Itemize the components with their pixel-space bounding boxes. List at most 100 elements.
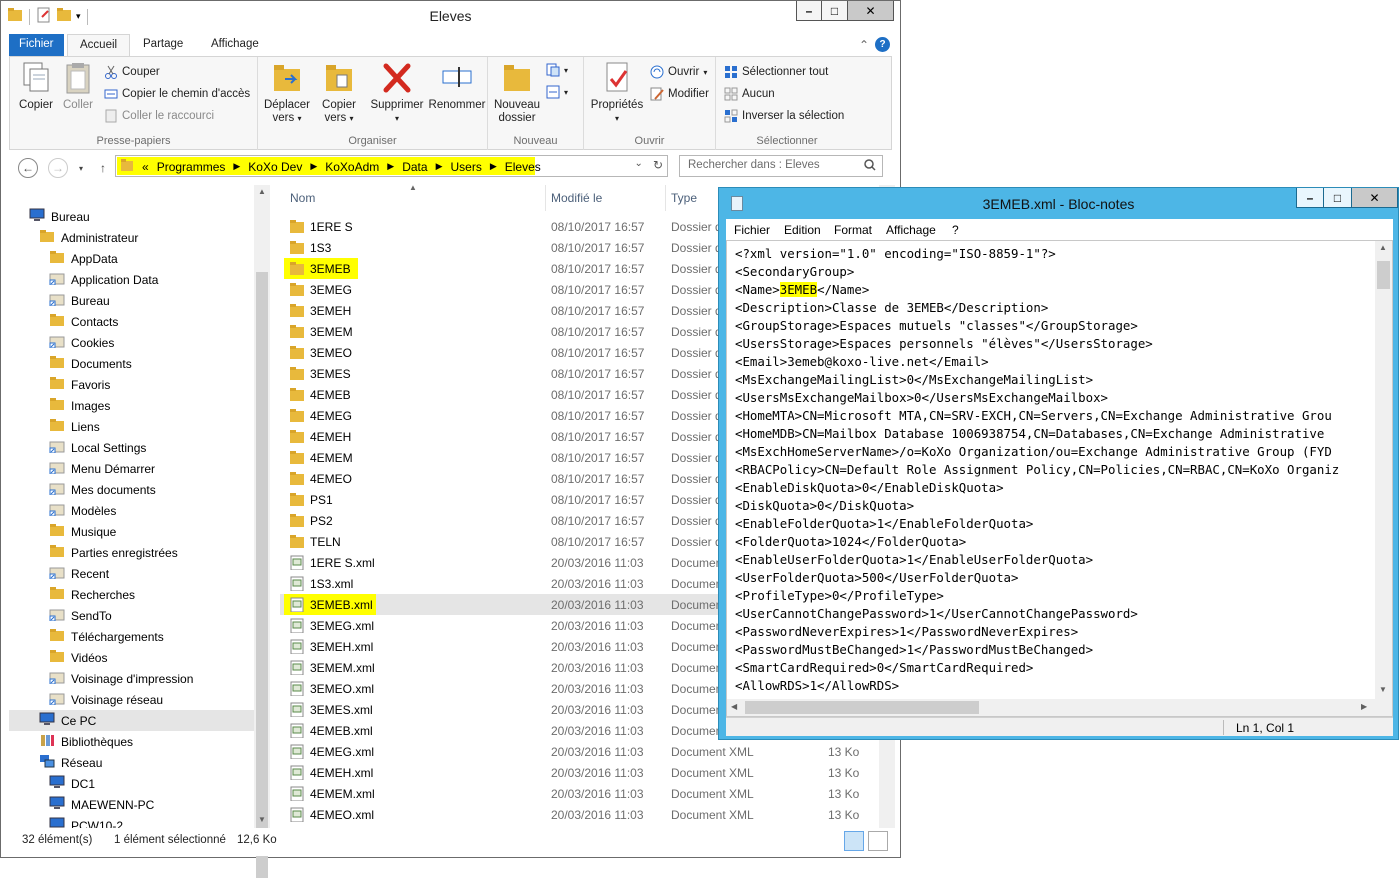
collapse-ribbon-icon[interactable]: ⌃ [859,38,869,52]
nav-item[interactable]: Local Settings [9,437,254,458]
details-view-icon[interactable] [844,831,864,851]
table-row[interactable]: 4EMEG.xml 20/03/2016 11:03 Document XML 13 … [280,741,894,762]
breadcrumb-item[interactable]: Eleves [505,160,541,174]
nav-item[interactable]: Administrateur [9,227,254,248]
nav-item[interactable]: Musique [9,521,254,542]
move-to-button[interactable]: Déplacer vers ▾ [262,61,312,125]
scroll-up-icon[interactable]: ▲ [1379,243,1387,252]
nav-item[interactable]: Recherches [9,584,254,605]
paste-button[interactable]: Coller [60,61,96,112]
nav-item[interactable]: Favoris [9,374,254,395]
nav-item[interactable]: Contacts [9,311,254,332]
nav-item[interactable]: PCW10-2 [9,815,254,829]
refresh-icon[interactable]: ↻ [653,158,663,172]
breadcrumb-separator-icon[interactable]: ▶ [310,161,317,172]
notepad-text-area[interactable]: <?xml version="1.0" encoding="ISO-8859-1… [726,240,1393,717]
nav-item[interactable]: Menu Démarrer [9,458,254,479]
nav-item[interactable]: Recent [9,563,254,584]
nav-item[interactable]: Cookies [9,332,254,353]
nav-item[interactable]: Parties enregistrées [9,542,254,563]
scroll-down-icon[interactable]: ▼ [1379,685,1387,694]
minimize-button[interactable]: – [1296,188,1324,208]
nav-item[interactable]: Mes documents [9,479,254,500]
notepad-hscroll-thumb[interactable] [745,701,979,714]
breadcrumb-item[interactable]: Data [402,160,427,174]
nav-item[interactable]: AppData [9,248,254,269]
address-bar[interactable]: « Programmes ▶ KoXo Dev ▶ KoXoAdm ▶ Data ▶ Users ▶… [115,155,668,177]
nav-item[interactable]: Voisinage réseau [9,689,254,710]
breadcrumb-separator-icon[interactable]: ▶ [436,161,443,172]
scroll-right-icon[interactable]: ▶ [1361,702,1367,711]
nav-item[interactable]: Modèles [9,500,254,521]
scroll-down-icon[interactable]: ▼ [258,815,266,824]
copy-to-button[interactable]: Copier vers ▾ [316,61,362,125]
invert-selection-button[interactable]: Inverser la sélection [724,109,844,123]
notepad-horizontal-scrollbar[interactable]: ◀ ▶ [727,699,1375,716]
minimize-button[interactable]: – [796,1,822,21]
nav-item[interactable]: Voisinage d'impression [9,668,254,689]
cut-button[interactable]: Couper [104,65,160,79]
menu-item[interactable]: Affichage [886,223,936,237]
menu-item[interactable]: Format [834,223,872,237]
back-button[interactable]: ← [18,158,38,178]
search-input[interactable]: Rechercher dans : Eleves [679,155,883,177]
nav-item[interactable]: Ce PC [9,710,254,731]
nav-item[interactable]: SendTo [9,605,254,626]
nav-item[interactable]: Application Data [9,269,254,290]
paste-shortcut-button[interactable]: Coller le raccourci [104,109,214,123]
up-button[interactable]: ↑ [93,158,113,178]
notepad-vscroll-thumb[interactable] [1377,261,1390,289]
properties-button[interactable]: Propriétés ▾ [588,61,646,125]
breadcrumb-separator-icon[interactable]: ▶ [233,161,240,172]
breadcrumb-separator-icon[interactable]: ▶ [387,161,394,172]
table-row[interactable]: 4EMEO.xml 20/03/2016 11:03 Document XML 13 … [280,804,894,825]
delete-button[interactable]: Supprimer ▾ [368,61,426,125]
easy-access-button[interactable]: ▾ [546,85,568,99]
chevron-down-icon[interactable]: ⌄ [635,158,643,172]
nav-item[interactable]: Documents [9,353,254,374]
nav-scrollbar[interactable]: ▲ ▼ [254,185,270,878]
new-folder-button[interactable]: Nouveau dossier [492,61,542,125]
new-item-button[interactable]: ▾ [546,63,568,77]
copy-path-button[interactable]: Copier le chemin d'accès [104,87,250,101]
breadcrumb-item[interactable]: KoXo Dev [248,160,302,174]
column-type[interactable]: Type [671,191,697,205]
nav-item[interactable]: DC1 [9,773,254,794]
large-icons-view-icon[interactable] [868,831,888,851]
breadcrumb-item[interactable]: Users [450,160,481,174]
nav-item[interactable]: Bureau [9,290,254,311]
menu-item[interactable]: Fichier [734,223,770,237]
rename-button[interactable]: Renommer [428,61,486,112]
menu-item[interactable]: ? [952,223,959,237]
table-row[interactable]: 4EMEM.xml 20/03/2016 11:03 Document XML 13 … [280,783,894,804]
nav-item[interactable]: MAEWENN-PC [9,794,254,815]
maximize-button[interactable]: □ [822,1,848,21]
notepad-content[interactable]: <?xml version="1.0" encoding="ISO-8859-1… [735,245,1375,695]
nav-item[interactable]: Bureau [9,206,254,227]
maximize-button[interactable]: □ [1324,188,1352,208]
nav-item[interactable]: Images [9,395,254,416]
menu-item[interactable]: Edition [784,223,821,237]
scroll-left-icon[interactable]: ◀ [731,702,737,711]
breadcrumb-item[interactable]: KoXoAdm [325,160,379,174]
column-name[interactable]: Nom [290,191,315,205]
open-button[interactable]: Ouvrir ▾ [650,65,707,79]
select-none-button[interactable]: Aucun [724,87,775,101]
scroll-up-icon[interactable]: ▲ [258,187,266,196]
tab-view[interactable]: Affichage [199,34,271,57]
tab-file[interactable]: Fichier [9,34,64,57]
table-row[interactable]: 4EMEH.xml 20/03/2016 11:03 Document XML 13 … [280,762,894,783]
notepad-vertical-scrollbar[interactable]: ▲ ▼ [1375,241,1392,699]
nav-item[interactable]: Réseau [9,752,254,773]
column-modified[interactable]: Modifié le [551,191,602,205]
tab-share[interactable]: Partage [131,34,195,57]
tab-home[interactable]: Accueil [67,34,131,57]
breadcrumb-separator-icon[interactable]: ▶ [490,161,497,172]
nav-item[interactable]: Téléchargements [9,626,254,647]
nav-item[interactable]: Vidéos [9,647,254,668]
nav-item[interactable]: Bibliothèques [9,731,254,752]
nav-item[interactable]: Liens [9,416,254,437]
copy-button[interactable]: Copier [16,61,56,112]
help-icon[interactable]: ? [875,37,890,52]
forward-button[interactable]: → [48,158,68,178]
